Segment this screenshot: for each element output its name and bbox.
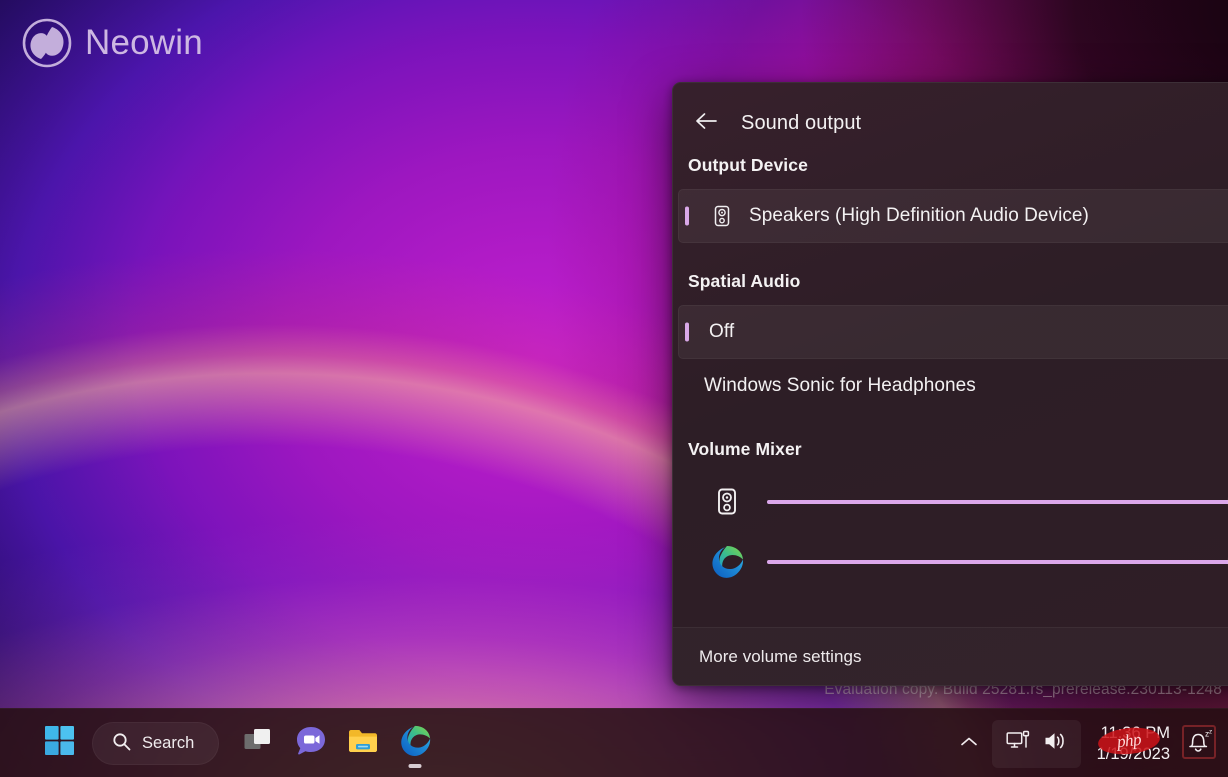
- clock-date: 1/19/2023: [1097, 744, 1170, 765]
- spatial-audio-item-off[interactable]: Off: [678, 305, 1228, 359]
- spatial-audio-off-label: Off: [709, 321, 734, 343]
- mixer-row-system-volume: [673, 472, 1228, 532]
- chevron-up-icon: [960, 735, 978, 753]
- task-view-button[interactable]: [233, 719, 285, 769]
- back-arrow-icon: [695, 112, 717, 135]
- do-not-disturb-bell-icon: z z: [1186, 728, 1214, 759]
- neowin-logo-icon: [22, 18, 72, 68]
- section-label-output-device: Output Device: [673, 155, 1228, 176]
- clock-button[interactable]: 11:36 PM 1/19/2023: [1081, 720, 1180, 768]
- neowin-logo-text: Neowin: [85, 23, 203, 63]
- section-label-volume-mixer: Volume Mixer: [673, 439, 1228, 460]
- output-device-label: Speakers (High Definition Audio Device): [749, 205, 1089, 227]
- search-button[interactable]: Search: [92, 722, 219, 765]
- speaker-icon: [709, 203, 735, 229]
- selection-indicator: [685, 207, 689, 226]
- edge-icon: [709, 544, 745, 580]
- search-label: Search: [142, 734, 194, 753]
- show-hidden-icons-button[interactable]: [950, 721, 988, 767]
- mixer-row-edge-volume: [673, 532, 1228, 592]
- clock-time: 11:36 PM: [1101, 723, 1170, 744]
- microsoft-edge-button[interactable]: [389, 719, 441, 769]
- neowin-logo: Neowin: [22, 18, 203, 68]
- start-button[interactable]: [34, 719, 86, 769]
- file-explorer-button[interactable]: [337, 719, 389, 769]
- spatial-audio-sonic-label: Windows Sonic for Headphones: [704, 375, 976, 397]
- quick-settings-button[interactable]: [992, 720, 1081, 768]
- system-volume-slider[interactable]: [767, 484, 1228, 520]
- flyout-title: Sound output: [741, 112, 861, 135]
- slider-fill: [767, 560, 1228, 564]
- more-volume-settings-link[interactable]: More volume settings: [699, 647, 862, 667]
- desktop-screen: Neowin Neowin Evaluation copy. Build 252…: [0, 0, 1228, 777]
- flyout-header: Sound output: [673, 83, 1228, 141]
- spatial-audio-item-windows-sonic[interactable]: Windows Sonic for Headphones: [678, 359, 1228, 413]
- selection-indicator: [685, 323, 689, 342]
- running-indicator: [409, 764, 422, 768]
- flyout-footer: More volume settings: [673, 627, 1228, 685]
- speaker-icon: [709, 484, 745, 520]
- system-tray: 11:36 PM 1/19/2023 z z: [950, 709, 1228, 777]
- svg-text:z: z: [1209, 729, 1212, 736]
- windows-start-icon: [45, 726, 75, 761]
- volume-icon: [1043, 730, 1067, 757]
- chat-icon: [295, 725, 327, 762]
- edge-icon: [398, 724, 432, 763]
- taskbar-apps: Search: [34, 709, 441, 777]
- section-label-spatial-audio: Spatial Audio: [673, 271, 1228, 292]
- slider-fill: [767, 500, 1228, 504]
- back-button[interactable]: [689, 106, 723, 140]
- edge-volume-slider[interactable]: [767, 544, 1228, 580]
- search-icon: [112, 732, 131, 756]
- sound-output-flyout: Sound output Output Device: [672, 82, 1228, 686]
- notification-center-button[interactable]: z z: [1180, 720, 1220, 768]
- task-view-icon: [244, 727, 274, 760]
- taskbar: Search: [0, 708, 1228, 777]
- file-explorer-icon: [347, 727, 379, 760]
- ethernet-icon: [1006, 729, 1031, 758]
- output-device-item-speakers[interactable]: Speakers (High Definition Audio Device): [678, 189, 1228, 243]
- chat-button[interactable]: [285, 719, 337, 769]
